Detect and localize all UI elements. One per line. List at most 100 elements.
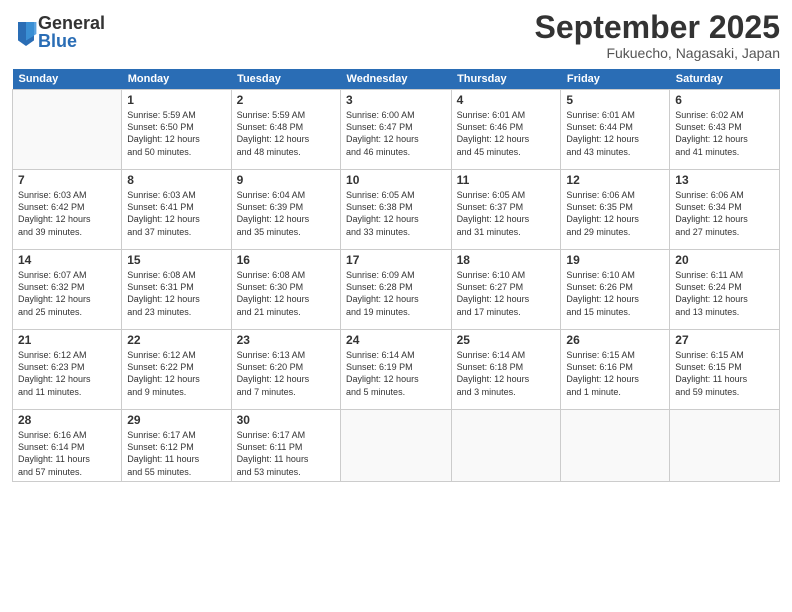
calendar-body: 1 Sunrise: 5:59 AM Sunset: 6:50 PM Daylig… xyxy=(13,90,780,482)
week-row-2: 7Sunrise: 6:03 AM Sunset: 6:42 PM Daylig… xyxy=(13,170,780,250)
day-number: 1 xyxy=(127,93,225,107)
day-cell: 5 Sunrise: 6:01 AM Sunset: 6:44 PM Daylig… xyxy=(561,90,670,170)
day-cell: 10 Sunrise: 6:05 AM Sunset: 6:38 PM Dayli… xyxy=(341,170,452,250)
week-row-4: 21 Sunrise: 6:12 AM Sunset: 6:23 PM Dayli… xyxy=(13,330,780,410)
day-number: 18 xyxy=(457,253,556,267)
day-number: 15 xyxy=(127,253,225,267)
day-cell xyxy=(670,410,780,482)
day-number: 3 xyxy=(346,93,446,107)
day-cell: 17Sunrise: 6:09 AM Sunset: 6:28 PM Dayli… xyxy=(341,250,452,330)
week-row-3: 14 Sunrise: 6:07 AM Sunset: 6:32 PM Dayli… xyxy=(13,250,780,330)
logo-text: General Blue xyxy=(38,14,105,50)
day-info: Sunrise: 6:12 AM Sunset: 6:22 PM Dayligh… xyxy=(127,349,225,398)
header-cell-saturday: Saturday xyxy=(670,69,780,90)
day-info: Sunrise: 6:15 AM Sunset: 6:15 PM Dayligh… xyxy=(675,349,774,398)
day-number: 2 xyxy=(237,93,335,107)
day-cell: 9 Sunrise: 6:04 AM Sunset: 6:39 PM Daylig… xyxy=(231,170,340,250)
day-info: Sunrise: 5:59 AM Sunset: 6:50 PM Dayligh… xyxy=(127,109,225,158)
day-info: Sunrise: 6:10 AM Sunset: 6:26 PM Dayligh… xyxy=(566,269,664,318)
page-container: General Blue September 2025 Fukuecho, Na… xyxy=(0,0,792,612)
day-number: 13 xyxy=(675,173,774,187)
day-number: 16 xyxy=(237,253,335,267)
day-info: Sunrise: 6:02 AM Sunset: 6:43 PM Dayligh… xyxy=(675,109,774,158)
day-cell: 23 Sunrise: 6:13 AM Sunset: 6:20 PM Dayli… xyxy=(231,330,340,410)
header: General Blue September 2025 Fukuecho, Na… xyxy=(12,10,780,61)
day-cell: 12Sunrise: 6:06 AM Sunset: 6:35 PM Dayli… xyxy=(561,170,670,250)
day-cell: 7Sunrise: 6:03 AM Sunset: 6:42 PM Daylig… xyxy=(13,170,122,250)
day-info: Sunrise: 6:17 AM Sunset: 6:11 PM Dayligh… xyxy=(237,429,335,478)
day-number: 4 xyxy=(457,93,556,107)
day-number: 14 xyxy=(18,253,116,267)
day-info: Sunrise: 6:17 AM Sunset: 6:12 PM Dayligh… xyxy=(127,429,225,478)
header-cell-tuesday: Tuesday xyxy=(231,69,340,90)
logo-general: General xyxy=(38,14,105,32)
day-number: 7 xyxy=(18,173,116,187)
day-cell: 11 Sunrise: 6:05 AM Sunset: 6:37 PM Dayli… xyxy=(451,170,561,250)
day-number: 28 xyxy=(18,413,116,427)
day-number: 29 xyxy=(127,413,225,427)
header-cell-wednesday: Wednesday xyxy=(341,69,452,90)
day-number: 5 xyxy=(566,93,664,107)
day-cell xyxy=(13,90,122,170)
day-info: Sunrise: 6:10 AM Sunset: 6:27 PM Dayligh… xyxy=(457,269,556,318)
day-info: Sunrise: 6:06 AM Sunset: 6:34 PM Dayligh… xyxy=(675,189,774,238)
week-row-5: 28 Sunrise: 6:16 AM Sunset: 6:14 PM Dayli… xyxy=(13,410,780,482)
header-cell-friday: Friday xyxy=(561,69,670,90)
day-cell: 22Sunrise: 6:12 AM Sunset: 6:22 PM Dayli… xyxy=(122,330,231,410)
day-cell: 6Sunrise: 6:02 AM Sunset: 6:43 PM Daylig… xyxy=(670,90,780,170)
logo: General Blue xyxy=(12,14,105,50)
day-number: 11 xyxy=(457,173,556,187)
header-row: SundayMondayTuesdayWednesdayThursdayFrid… xyxy=(13,69,780,90)
day-number: 19 xyxy=(566,253,664,267)
logo-blue: Blue xyxy=(38,32,105,50)
day-info: Sunrise: 5:59 AM Sunset: 6:48 PM Dayligh… xyxy=(237,109,335,158)
day-cell: 3 Sunrise: 6:00 AM Sunset: 6:47 PM Daylig… xyxy=(341,90,452,170)
day-cell: 28 Sunrise: 6:16 AM Sunset: 6:14 PM Dayli… xyxy=(13,410,122,482)
week-row-1: 1 Sunrise: 5:59 AM Sunset: 6:50 PM Daylig… xyxy=(13,90,780,170)
day-info: Sunrise: 6:05 AM Sunset: 6:38 PM Dayligh… xyxy=(346,189,446,238)
day-number: 21 xyxy=(18,333,116,347)
day-number: 24 xyxy=(346,333,446,347)
day-info: Sunrise: 6:15 AM Sunset: 6:16 PM Dayligh… xyxy=(566,349,664,398)
day-number: 26 xyxy=(566,333,664,347)
day-info: Sunrise: 6:16 AM Sunset: 6:14 PM Dayligh… xyxy=(18,429,116,478)
day-cell: 19 Sunrise: 6:10 AM Sunset: 6:26 PM Dayli… xyxy=(561,250,670,330)
day-info: Sunrise: 6:13 AM Sunset: 6:20 PM Dayligh… xyxy=(237,349,335,398)
day-info: Sunrise: 6:08 AM Sunset: 6:31 PM Dayligh… xyxy=(127,269,225,318)
day-cell: 1 Sunrise: 5:59 AM Sunset: 6:50 PM Daylig… xyxy=(122,90,231,170)
day-info: Sunrise: 6:05 AM Sunset: 6:37 PM Dayligh… xyxy=(457,189,556,238)
day-number: 23 xyxy=(237,333,335,347)
day-cell: 15 Sunrise: 6:08 AM Sunset: 6:31 PM Dayli… xyxy=(122,250,231,330)
day-cell: 4 Sunrise: 6:01 AM Sunset: 6:46 PM Daylig… xyxy=(451,90,561,170)
day-info: Sunrise: 6:14 AM Sunset: 6:18 PM Dayligh… xyxy=(457,349,556,398)
day-cell: 13 Sunrise: 6:06 AM Sunset: 6:34 PM Dayli… xyxy=(670,170,780,250)
day-number: 10 xyxy=(346,173,446,187)
day-info: Sunrise: 6:00 AM Sunset: 6:47 PM Dayligh… xyxy=(346,109,446,158)
day-number: 9 xyxy=(237,173,335,187)
day-info: Sunrise: 6:11 AM Sunset: 6:24 PM Dayligh… xyxy=(675,269,774,318)
calendar-header: SundayMondayTuesdayWednesdayThursdayFrid… xyxy=(13,69,780,90)
logo-icon xyxy=(14,18,38,46)
day-cell xyxy=(561,410,670,482)
day-info: Sunrise: 6:04 AM Sunset: 6:39 PM Dayligh… xyxy=(237,189,335,238)
day-number: 27 xyxy=(675,333,774,347)
day-cell: 14 Sunrise: 6:07 AM Sunset: 6:32 PM Dayli… xyxy=(13,250,122,330)
day-cell: 20 Sunrise: 6:11 AM Sunset: 6:24 PM Dayli… xyxy=(670,250,780,330)
day-info: Sunrise: 6:03 AM Sunset: 6:41 PM Dayligh… xyxy=(127,189,225,238)
day-info: Sunrise: 6:01 AM Sunset: 6:46 PM Dayligh… xyxy=(457,109,556,158)
day-number: 20 xyxy=(675,253,774,267)
day-number: 30 xyxy=(237,413,335,427)
day-info: Sunrise: 6:14 AM Sunset: 6:19 PM Dayligh… xyxy=(346,349,446,398)
day-cell: 27 Sunrise: 6:15 AM Sunset: 6:15 PM Dayli… xyxy=(670,330,780,410)
day-cell: 29 Sunrise: 6:17 AM Sunset: 6:12 PM Dayli… xyxy=(122,410,231,482)
day-info: Sunrise: 6:01 AM Sunset: 6:44 PM Dayligh… xyxy=(566,109,664,158)
day-cell: 25Sunrise: 6:14 AM Sunset: 6:18 PM Dayli… xyxy=(451,330,561,410)
day-info: Sunrise: 6:06 AM Sunset: 6:35 PM Dayligh… xyxy=(566,189,664,238)
day-number: 17 xyxy=(346,253,446,267)
day-info: Sunrise: 6:07 AM Sunset: 6:32 PM Dayligh… xyxy=(18,269,116,318)
day-cell: 26 Sunrise: 6:15 AM Sunset: 6:16 PM Dayli… xyxy=(561,330,670,410)
month-title: September 2025 xyxy=(535,10,780,45)
day-cell: 21 Sunrise: 6:12 AM Sunset: 6:23 PM Dayli… xyxy=(13,330,122,410)
day-info: Sunrise: 6:12 AM Sunset: 6:23 PM Dayligh… xyxy=(18,349,116,398)
day-cell: 24 Sunrise: 6:14 AM Sunset: 6:19 PM Dayli… xyxy=(341,330,452,410)
